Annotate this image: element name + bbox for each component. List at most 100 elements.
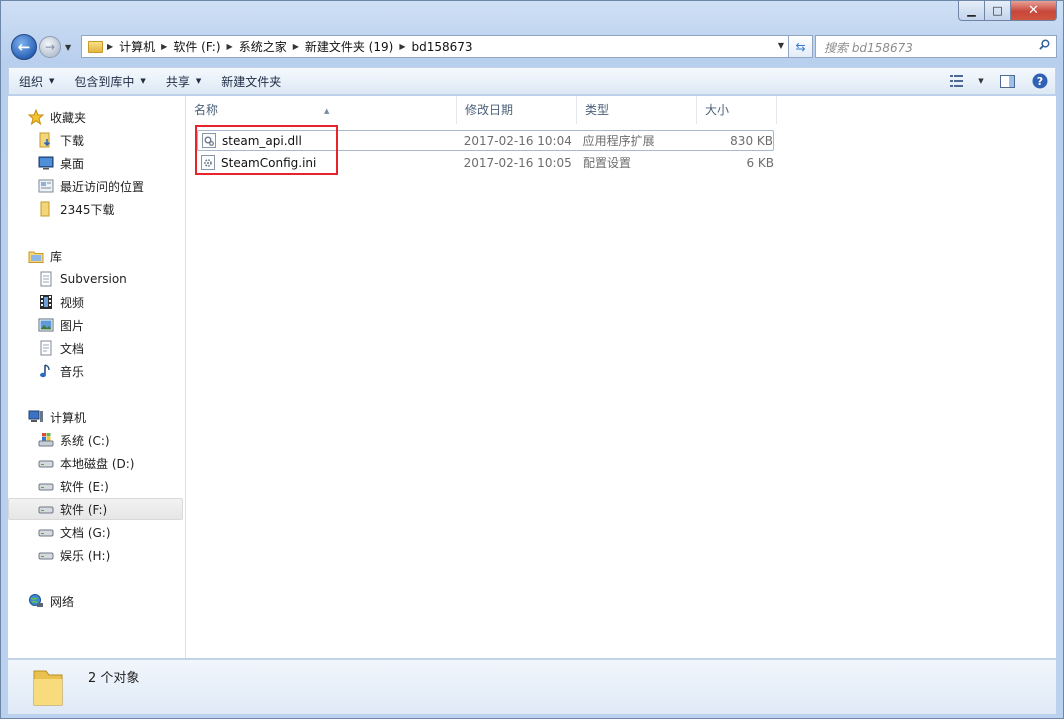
chevron-right-icon[interactable]: ▶ — [105, 42, 115, 51]
drive-icon — [38, 506, 54, 514]
breadcrumb-new-folder-19[interactable]: 新建文件夹 (19) — [301, 38, 397, 55]
svg-text:?: ? — [1037, 75, 1043, 88]
search-input[interactable] — [822, 37, 1026, 58]
nav-item-drive-g[interactable]: 文档 (G:) — [8, 521, 213, 543]
explorer-window: ▁ □ ✕ ← → ▼ ▶ 计算机 ▶ 软件 (F:) ▶ 系统之家 ▶ 新建文… — [0, 0, 1064, 719]
column-header-size-label: 大小 — [705, 103, 730, 117]
refresh-button[interactable]: ⇆ — [789, 35, 813, 58]
file-size: 830 KB — [730, 133, 773, 148]
details-pane: 2 个对象 — [8, 659, 1056, 714]
recent-pages-dropdown[interactable]: ▼ — [65, 43, 71, 52]
breadcrumb-current-folder[interactable]: bd158673 — [407, 40, 476, 54]
desktop-icon — [38, 156, 54, 170]
command-bar: 组织 ▼ 包含到库中 ▼ 共享 ▼ 新建文件夹 ▼ ? — [8, 67, 1056, 95]
nav-item-pictures[interactable]: 图片 — [8, 314, 213, 336]
organize-label: 组织 — [19, 74, 44, 89]
chevron-right-icon[interactable]: ▶ — [291, 42, 301, 51]
chevron-right-icon[interactable]: ▶ — [225, 42, 235, 51]
nav-item-subversion[interactable]: Subversion — [8, 268, 213, 290]
file-modified: 2017-02-16 10:04 — [463, 133, 572, 148]
chevron-right-icon[interactable]: ▶ — [397, 42, 407, 51]
preview-pane-button[interactable] — [989, 68, 1025, 94]
forward-button[interactable]: → — [39, 36, 61, 58]
close-button[interactable]: ✕ — [1011, 1, 1057, 21]
view-options-button[interactable] — [943, 68, 973, 94]
column-header-type-label: 类型 — [585, 103, 610, 117]
share-menu[interactable]: 共享 ▼ — [156, 68, 211, 94]
preview-pane-icon — [999, 74, 1015, 88]
nav-item-recent-places[interactable]: 最近访问的位置 — [8, 175, 213, 197]
nav-item-videos-label: 视频 — [60, 295, 85, 310]
nav-favorites[interactable]: 收藏夹 — [8, 106, 203, 128]
column-header-size[interactable]: 大小 — [697, 96, 777, 124]
nav-item-drive-d[interactable]: 本地磁盘 (D:) — [8, 452, 213, 474]
nav-item-pictures-label: 图片 — [60, 318, 85, 333]
nav-item-music-label: 音乐 — [60, 364, 85, 379]
music-icon — [40, 364, 50, 378]
computer-icon — [28, 410, 43, 422]
nav-computer[interactable]: 计算机 — [8, 406, 203, 428]
breadcrumb-drive-f[interactable]: 软件 (F:) — [169, 38, 224, 55]
nav-item-drive-f[interactable]: 软件 (F:) — [8, 498, 183, 520]
navigation-pane: 收藏夹 下载 桌面 最近访问的位置 2345下载 库 Subversion 视频… — [8, 96, 186, 658]
nav-item-subversion-label: Subversion — [60, 272, 127, 286]
nav-item-music[interactable]: 音乐 — [8, 360, 213, 382]
folder-icon — [88, 40, 103, 53]
toolbar-right: ▼ ? — [943, 68, 1055, 94]
address-bar[interactable]: ▶ 计算机 ▶ 软件 (F:) ▶ 系统之家 ▶ 新建文件夹 (19) ▶ bd… — [81, 35, 789, 58]
folder-icon — [40, 201, 50, 217]
new-folder-label: 新建文件夹 — [221, 74, 282, 89]
nav-libraries[interactable]: 库 — [8, 245, 203, 267]
pictures-icon — [38, 318, 54, 332]
nav-item-videos[interactable]: 视频 — [8, 291, 213, 313]
column-header-modified[interactable]: 修改日期 — [457, 96, 577, 124]
new-folder-button[interactable]: 新建文件夹 — [211, 68, 291, 94]
drive-icon — [38, 460, 54, 468]
recent-places-icon — [38, 179, 54, 193]
caption-buttons: ▁ □ ✕ — [958, 1, 1057, 22]
address-dropdown-icon[interactable]: ▼ — [778, 41, 784, 50]
nav-item-drive-g-label: 文档 (G:) — [60, 525, 111, 540]
nav-libraries-label: 库 — [50, 249, 63, 264]
nav-item-drive-c[interactable]: 系统 (C:) — [8, 429, 213, 451]
nav-network[interactable]: 网络 — [8, 590, 203, 612]
nav-item-drive-c-label: 系统 (C:) — [60, 433, 110, 448]
nav-item-desktop[interactable]: 桌面 — [8, 152, 213, 174]
nav-item-documents[interactable]: 文档 — [8, 337, 213, 359]
sort-ascending-icon: ▲ — [324, 107, 330, 115]
star-icon — [28, 109, 44, 125]
chevron-down-icon: ▼ — [195, 77, 202, 85]
nav-item-downloads-label: 下载 — [60, 133, 85, 148]
navigation-bar: ← → ▼ ▶ 计算机 ▶ 软件 (F:) ▶ 系统之家 ▶ 新建文件夹 (19… — [9, 33, 1057, 61]
view-dropdown-icon[interactable]: ▼ — [973, 68, 989, 94]
help-icon: ? — [1032, 73, 1048, 89]
document-library-icon — [40, 271, 52, 287]
back-button[interactable]: ← — [11, 34, 37, 60]
drive-icon — [38, 483, 54, 491]
breadcrumb-xitongzhijia[interactable]: 系统之家 — [235, 38, 291, 55]
maximize-button[interactable]: □ — [985, 1, 1011, 21]
help-button[interactable]: ? — [1025, 68, 1055, 94]
include-in-library-menu[interactable]: 包含到库中 ▼ — [64, 68, 155, 94]
nav-item-drive-h[interactable]: 娱乐 (H:) — [8, 544, 213, 566]
file-modified: 2017-02-16 10:05 — [463, 155, 572, 170]
breadcrumb-computer[interactable]: 计算机 — [115, 38, 159, 55]
nav-item-downloads[interactable]: 下载 — [8, 129, 213, 151]
downloads-folder-icon — [39, 132, 51, 148]
documents-icon — [40, 340, 52, 356]
nav-item-drive-e-label: 软件 (E:) — [60, 479, 109, 494]
nav-item-2345-downloads[interactable]: 2345下载 — [8, 198, 213, 220]
file-size: 6 KB — [746, 155, 774, 170]
search-box[interactable] — [815, 35, 1057, 58]
minimize-button[interactable]: ▁ — [958, 1, 985, 21]
column-header-name[interactable]: 名称 ▲ — [186, 96, 457, 124]
nav-item-recent-places-label: 最近访问的位置 — [60, 179, 145, 194]
column-header-type[interactable]: 类型 — [577, 96, 697, 124]
column-headers: 名称 ▲ 修改日期 类型 大小 — [186, 96, 777, 124]
nav-item-drive-h-label: 娱乐 (H:) — [60, 548, 111, 563]
organize-menu[interactable]: 组织 ▼ — [9, 68, 64, 94]
chevron-right-icon[interactable]: ▶ — [159, 42, 169, 51]
nav-item-drive-d-label: 本地磁盘 (D:) — [60, 456, 135, 471]
search-icon[interactable] — [1039, 39, 1050, 50]
nav-item-drive-e[interactable]: 软件 (E:) — [8, 475, 213, 497]
